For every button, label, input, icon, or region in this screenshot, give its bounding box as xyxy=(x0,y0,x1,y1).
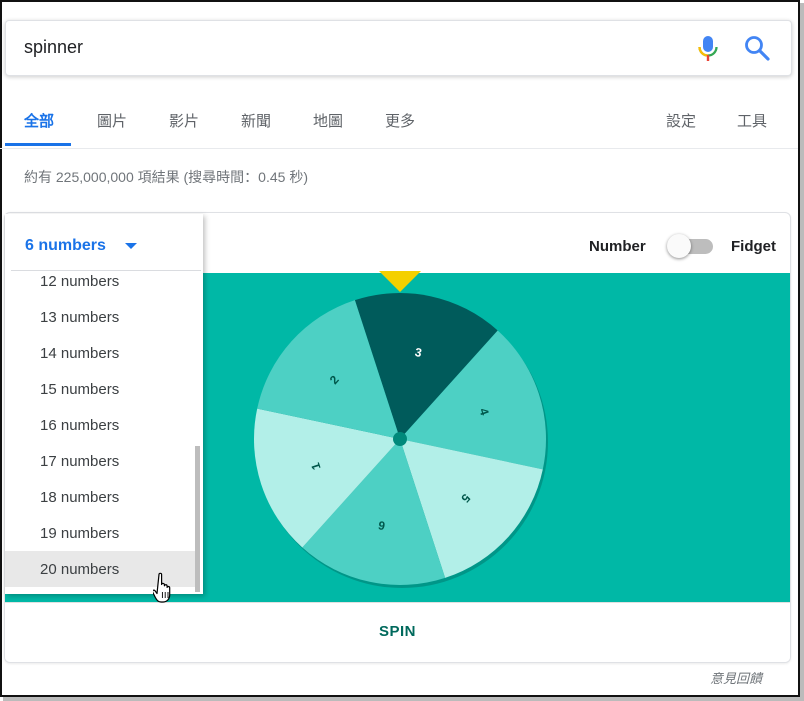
mode-label-fidget: Fidget xyxy=(731,238,776,255)
spin-button[interactable]: SPIN xyxy=(5,602,790,662)
tab-maps[interactable]: 地圖 xyxy=(313,110,343,131)
feedback-link[interactable]: 意見回饋 xyxy=(710,668,762,687)
dropdown-option-label: 14 numbers xyxy=(40,345,120,362)
search-input[interactable]: spinner xyxy=(24,37,83,58)
dropdown-option[interactable]: 15 numbers xyxy=(5,371,195,407)
frame-shadow xyxy=(800,3,804,701)
tab-news[interactable]: 新聞 xyxy=(241,110,271,131)
dropdown-option[interactable]: 19 numbers xyxy=(5,515,195,551)
microphone-icon[interactable] xyxy=(696,35,720,63)
dropdown-option-label: 13 numbers xyxy=(40,309,120,326)
dropdown-option[interactable]: 13 numbers xyxy=(5,299,195,335)
tab-videos[interactable]: 影片 xyxy=(169,110,199,131)
dropdown-selected-value[interactable]: 6 numbers xyxy=(25,237,106,255)
spinner-wheel[interactable]: 345612 xyxy=(240,271,560,599)
dropdown-option-label: 15 numbers xyxy=(40,381,120,398)
dropdown-option[interactable]: 18 numbers xyxy=(5,479,195,515)
search-icon[interactable] xyxy=(744,35,770,61)
tab-settings[interactable]: 設定 xyxy=(666,110,696,131)
mode-label-number: Number xyxy=(589,238,646,255)
active-tab-indicator xyxy=(5,143,71,146)
tab-all[interactable]: 全部 xyxy=(24,110,54,131)
wheel-pointer xyxy=(379,271,421,292)
search-box[interactable]: spinner xyxy=(5,20,792,76)
dropdown-options: 12 numbers 13 numbers 14 numbers 15 numbers… xyxy=(5,271,195,594)
mode-toggle-knob[interactable] xyxy=(667,234,691,258)
dropdown-option[interactable]: 12 numbers xyxy=(5,271,195,299)
tab-images[interactable]: 圖片 xyxy=(97,110,127,131)
dropdown-option[interactable]: 16 numbers xyxy=(5,407,195,443)
tab-more[interactable]: 更多 xyxy=(385,110,415,131)
dropdown-scrollbar[interactable] xyxy=(195,446,200,592)
dropdown-option-label: 19 numbers xyxy=(40,525,120,542)
dropdown-option-label: 18 numbers xyxy=(40,489,120,506)
caret-down-icon[interactable] xyxy=(125,243,137,249)
dropdown-option-label: 12 numbers xyxy=(40,273,120,290)
dropdown-option-label: 16 numbers xyxy=(40,417,120,434)
dropdown-option-label: 20 numbers xyxy=(40,561,120,578)
hand-pointer-cursor-icon xyxy=(153,572,171,603)
tab-tools[interactable]: 工具 xyxy=(737,110,767,131)
dropdown-option[interactable]: 17 numbers xyxy=(5,443,195,479)
number-count-dropdown[interactable]: 6 numbers 12 numbers 13 numbers 14 numbers… xyxy=(5,214,203,594)
result-stats: 約有 225,000,000 項結果 (搜尋時間：0.45 秒) xyxy=(24,169,308,185)
dropdown-option[interactable]: 14 numbers xyxy=(5,335,195,371)
search-tabs: 全部 圖片 影片 新聞 地圖 更多 設定 工具 xyxy=(0,98,798,149)
frame-shadow xyxy=(3,697,804,701)
wheel-hub xyxy=(393,432,407,446)
spin-button-label: SPIN xyxy=(378,623,416,640)
dropdown-option-label: 17 numbers xyxy=(40,453,120,470)
